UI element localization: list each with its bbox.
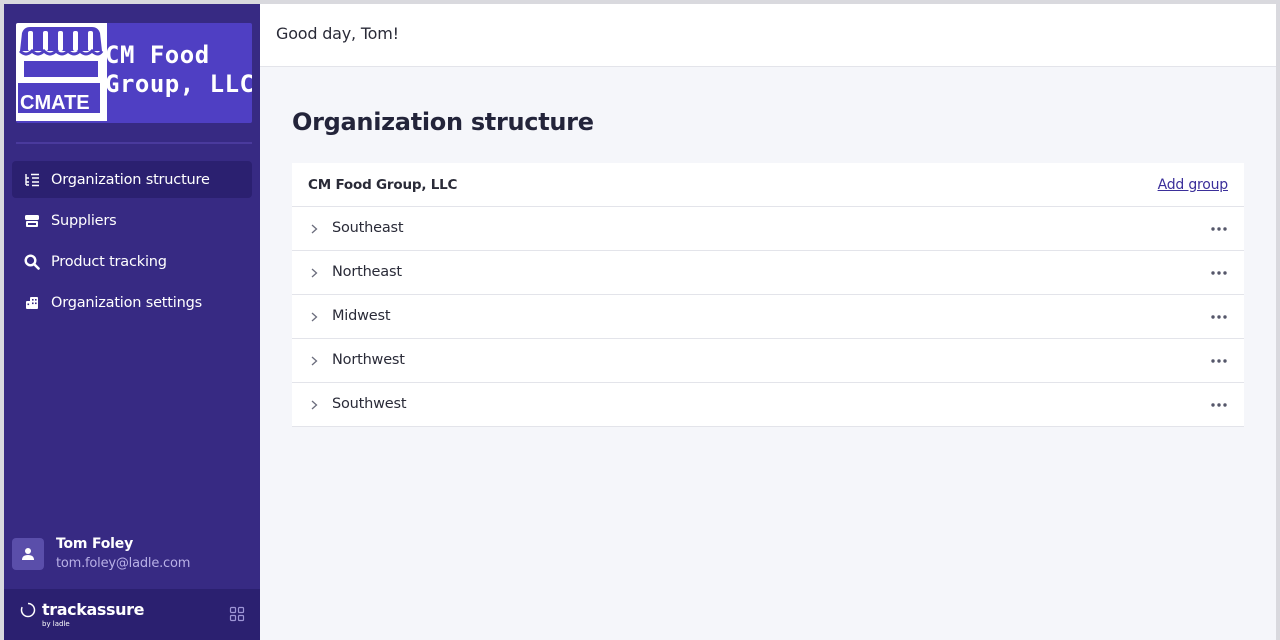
org-structure-icon <box>24 172 40 188</box>
more-options-icon[interactable] <box>1210 221 1228 237</box>
sidebar-item-organization-settings[interactable]: Organization settings <box>12 284 252 321</box>
group-label: Southeast <box>332 220 404 236</box>
user-email: tom.foley@ladle.com <box>56 556 191 571</box>
group-row-midwest[interactable]: Midwest <box>292 295 1244 339</box>
search-icon <box>24 253 40 270</box>
brand-logo: trackassure <box>20 600 144 619</box>
group-label: Northwest <box>332 352 405 368</box>
sidebar-item-label: Organization settings <box>51 294 202 311</box>
sidebar-nav: Organization structure Suppliers Product… <box>12 161 252 325</box>
add-group-link[interactable]: Add group <box>1158 177 1229 193</box>
brand-name: trackassure <box>42 600 145 619</box>
sidebar-item-product-tracking[interactable]: Product tracking <box>12 243 252 280</box>
more-options-icon[interactable] <box>1210 397 1228 413</box>
store-logo-icon: CMATE <box>16 23 107 121</box>
avatar <box>12 538 44 570</box>
greeting: Good day, Tom! <box>276 24 399 43</box>
org-logo-name: CM Food Group, LLC <box>105 41 252 99</box>
more-options-icon[interactable] <box>1210 353 1228 369</box>
more-options-icon[interactable] <box>1210 265 1228 281</box>
chevron-right-icon[interactable] <box>308 266 320 280</box>
chevron-right-icon[interactable] <box>308 354 320 368</box>
sidebar-item-organization-structure[interactable]: Organization structure <box>12 161 252 198</box>
building-icon <box>24 295 40 311</box>
sidebar-item-label: Suppliers <box>51 212 117 229</box>
org-structure-card: CM Food Group, LLC Add group Southeast N… <box>292 163 1244 427</box>
org-name: CM Food Group, LLC <box>308 177 458 193</box>
org-logo: CMATE CM Food Group, LLC <box>16 23 252 123</box>
user-profile[interactable]: Tom Foley tom.foley@ladle.com <box>12 536 252 576</box>
apps-grid-icon[interactable] <box>229 606 245 622</box>
chevron-right-icon[interactable] <box>308 398 320 412</box>
page-title: Organization structure <box>292 108 594 136</box>
sidebar-footer: trackassure by ladle <box>4 589 260 640</box>
sidebar-divider <box>16 142 252 144</box>
group-row-northwest[interactable]: Northwest <box>292 339 1244 383</box>
user-icon <box>22 548 34 560</box>
org-logo-line1: CM Food <box>105 41 210 69</box>
group-label: Northeast <box>332 264 402 280</box>
storefront-icon <box>24 213 40 229</box>
user-name: Tom Foley <box>56 536 134 552</box>
group-row-northeast[interactable]: Northeast <box>292 251 1244 295</box>
group-row-southeast[interactable]: Southeast <box>292 207 1244 251</box>
sidebar-item-label: Product tracking <box>51 253 167 270</box>
org-header: CM Food Group, LLC Add group <box>292 163 1244 207</box>
main-content: Good day, Tom! Organization structure CM… <box>260 4 1276 640</box>
more-options-icon[interactable] <box>1210 309 1228 325</box>
brand-byline: by ladle <box>42 620 70 628</box>
sidebar: CMATE CM Food Group, LLC Organization st… <box>4 4 260 640</box>
top-bar: Good day, Tom! <box>260 4 1276 67</box>
group-row-southwest[interactable]: Southwest <box>292 383 1244 427</box>
svg-text:CMATE: CMATE <box>20 92 90 114</box>
chevron-right-icon[interactable] <box>308 310 320 324</box>
chevron-right-icon[interactable] <box>308 222 320 236</box>
sidebar-item-label: Organization structure <box>51 171 210 188</box>
sidebar-item-suppliers[interactable]: Suppliers <box>12 202 252 239</box>
org-logo-line2: Group, LLC <box>105 70 252 98</box>
trackassure-logo-icon <box>20 601 36 617</box>
group-label: Southwest <box>332 396 407 412</box>
group-label: Midwest <box>332 308 391 324</box>
